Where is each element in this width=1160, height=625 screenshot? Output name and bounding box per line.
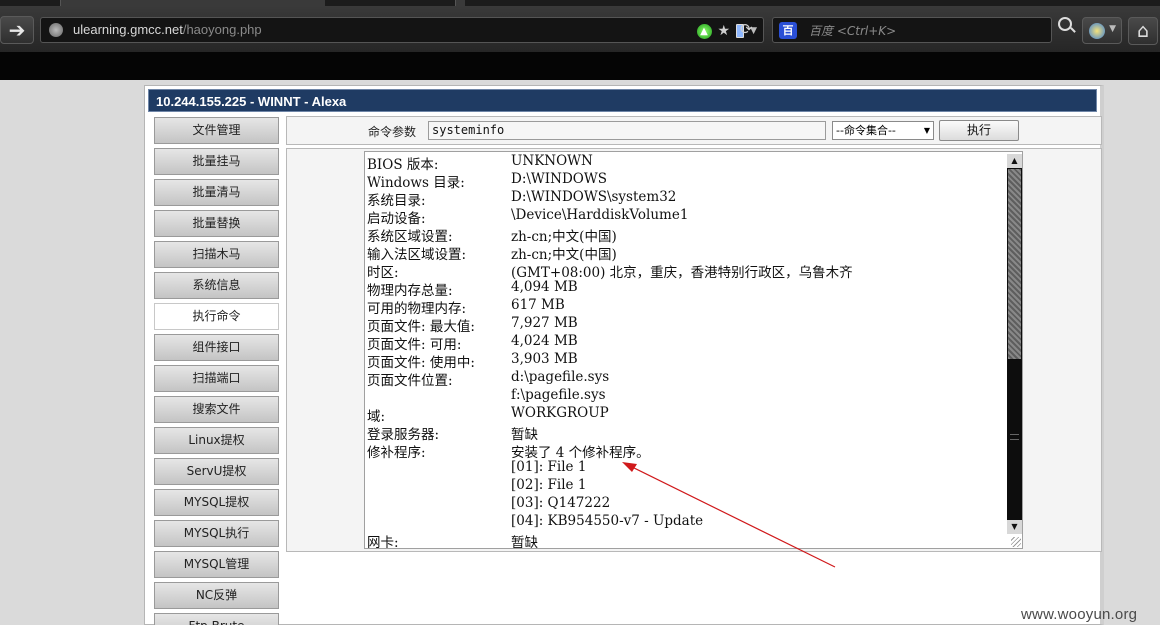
output-value: D:\WINDOWS (511, 171, 607, 187)
output-value: D:\WINDOWS\system32 (511, 189, 677, 205)
output-key: 物理内存总量: (367, 283, 453, 299)
scroll-up-icon[interactable]: ▲ (1007, 154, 1022, 168)
output-value: [02]: File 1 (511, 477, 587, 493)
forward-button[interactable]: ➔ (0, 16, 34, 44)
sidebar-item[interactable]: MYSQL提权 (154, 489, 279, 516)
output-value: 4,024 MB (511, 333, 578, 349)
home-button[interactable]: ⌂ (1128, 17, 1158, 45)
output-key: 系统目录: (367, 193, 426, 209)
search-icon[interactable] (1058, 17, 1072, 31)
addon-icon (1089, 23, 1105, 39)
output-value: 617 MB (511, 297, 565, 313)
search-bar[interactable]: 百 百度 <Ctrl+K> (772, 17, 1052, 43)
output-key: Windows 目录: (367, 175, 465, 191)
output-value: f:\pagefile.sys (511, 387, 606, 403)
url-path: /haoyong.php (182, 22, 262, 37)
sidebar-item[interactable]: NC反弹 (154, 582, 279, 609)
output-key: 页面文件位置: (367, 373, 453, 389)
scroll-thumb[interactable] (1008, 169, 1021, 359)
globe-icon (49, 23, 63, 37)
output-value: 3,903 MB (511, 351, 578, 367)
output-key: 网卡: (367, 535, 399, 549)
url-host: ulearning.gmcc.net (73, 22, 183, 37)
browser-toolbar: ➔ ulearning.gmcc.net/haoyong.php ▲ ★ ▼ ⟳… (0, 6, 1160, 52)
command-set-value: --命令集合-- (836, 124, 896, 137)
sidebar-item[interactable]: 文件管理 (154, 117, 279, 144)
output-textarea[interactable]: 网卡: 暂缺 [04]: KB954550-v7 - Update [03]: Q14… (364, 151, 1023, 549)
baidu-search-icon[interactable]: 百 (779, 22, 797, 39)
address-bar[interactable]: ulearning.gmcc.net/haoyong.php ▲ ★ ▼ (40, 17, 764, 43)
sidebar-item[interactable]: 扫描端口 (154, 365, 279, 392)
output-value: [01]: File 1 (511, 459, 587, 475)
command-input[interactable]: systeminfo (428, 121, 826, 140)
output-value: (GMT+08:00) 北京，重庆，香港特别行政区，乌鲁木齐 (511, 265, 853, 281)
command-panel: 命令参数 systeminfo --命令集合-- ▼ 执行 (286, 116, 1102, 145)
output-key: 启动设备: (367, 211, 426, 227)
output-key: 域: (367, 409, 386, 425)
refresh-icon[interactable]: ⟳ (740, 20, 753, 38)
output-value: 4,094 MB (511, 279, 578, 295)
sidebar-menu: 文件管理批量挂马批量清马批量替换扫描木马系统信息执行命令组件接口扫描端口搜索文件… (154, 117, 279, 625)
sidebar-item[interactable]: MYSQL执行 (154, 520, 279, 547)
sidebar-item[interactable]: 批量挂马 (154, 148, 279, 175)
output-value: [04]: KB954550-v7 - Update (511, 513, 704, 529)
execute-button[interactable]: 执行 (939, 120, 1019, 141)
search-placeholder: 百度 <Ctrl+K> (809, 24, 897, 38)
output-value: \Device\HarddiskVolume1 (511, 207, 689, 223)
go-arrow-icon[interactable]: ▲ (696, 23, 712, 39)
output-key: 时区: (367, 265, 399, 281)
chevron-down-icon: ▼ (1109, 24, 1116, 34)
output-value: 暂缺 (511, 427, 538, 443)
dropdown-arrow-icon: ▼ (923, 126, 930, 135)
sidebar-item[interactable]: 搜索文件 (154, 396, 279, 423)
webshell-frame: 10.244.155.225 - WINNT - Alexa 文件管理批量挂马批… (144, 85, 1104, 625)
output-value: 安装了 4 个修补程序。 (511, 445, 650, 461)
output-key: BIOS 版本: (367, 157, 439, 173)
watermark: www.wooyun.org (1021, 606, 1138, 623)
sidebar-item[interactable]: ServU提权 (154, 458, 279, 485)
addon-button[interactable]: ▼ (1082, 17, 1122, 44)
bookmarks-bar (0, 52, 1160, 80)
output-value: [03]: Q147222 (511, 495, 611, 511)
window-title: 10.244.155.225 - WINNT - Alexa (148, 89, 1097, 112)
resize-grip-icon[interactable] (1011, 537, 1021, 547)
sidebar-item[interactable]: 执行命令 (154, 303, 279, 330)
sidebar-item[interactable]: Ftp Brute (154, 613, 279, 625)
sidebar-item[interactable]: 组件接口 (154, 334, 279, 361)
sidebar-item[interactable]: 扫描木马 (154, 241, 279, 268)
scroll-grip-icon (1010, 434, 1019, 440)
page-body: 10.244.155.225 - WINNT - Alexa 文件管理批量挂马批… (0, 80, 1160, 625)
output-value: WORKGROUP (511, 405, 609, 421)
command-set-select[interactable]: --命令集合-- ▼ (832, 121, 934, 140)
sidebar-item[interactable]: Linux提权 (154, 427, 279, 454)
home-icon: ⌂ (1136, 20, 1150, 42)
bookmark-star-icon[interactable]: ★ (718, 23, 731, 39)
sidebar-item[interactable]: MYSQL管理 (154, 551, 279, 578)
output-panel: 网卡: 暂缺 [04]: KB954550-v7 - Update [03]: Q14… (286, 148, 1102, 552)
sidebar-item[interactable]: 系统信息 (154, 272, 279, 299)
output-value: 7,927 MB (511, 315, 578, 331)
output-key: 页面文件: 可用: (367, 337, 462, 353)
browser-chrome: ➔ ulearning.gmcc.net/haoyong.php ▲ ★ ▼ ⟳… (0, 0, 1160, 52)
output-key: 页面文件: 最大值: (367, 319, 475, 335)
output-key: 系统区域设置: (367, 229, 453, 245)
output-value: d:\pagefile.sys (511, 369, 610, 385)
sidebar-item[interactable]: 批量清马 (154, 179, 279, 206)
sidebar-item[interactable]: 批量替换 (154, 210, 279, 237)
command-label: 命令参数 (368, 125, 417, 139)
output-key: 登录服务器: (367, 427, 440, 443)
output-value: UNKNOWN (511, 153, 593, 169)
output-key: 修补程序: (367, 445, 426, 461)
output-scrollbar[interactable]: ▲ ▼ (1007, 154, 1022, 534)
output-value: zh-cn;中文(中国) (511, 247, 617, 263)
output-value: 暂缺 (511, 535, 538, 549)
scroll-down-icon[interactable]: ▼ (1007, 520, 1022, 534)
url-text[interactable]: ulearning.gmcc.net/haoyong.php (73, 22, 262, 37)
output-key: 页面文件: 使用中: (367, 355, 475, 371)
output-value: zh-cn;中文(中国) (511, 229, 617, 245)
output-key: 可用的物理内存: (367, 301, 467, 317)
output-key: 输入法区域设置: (367, 247, 467, 263)
